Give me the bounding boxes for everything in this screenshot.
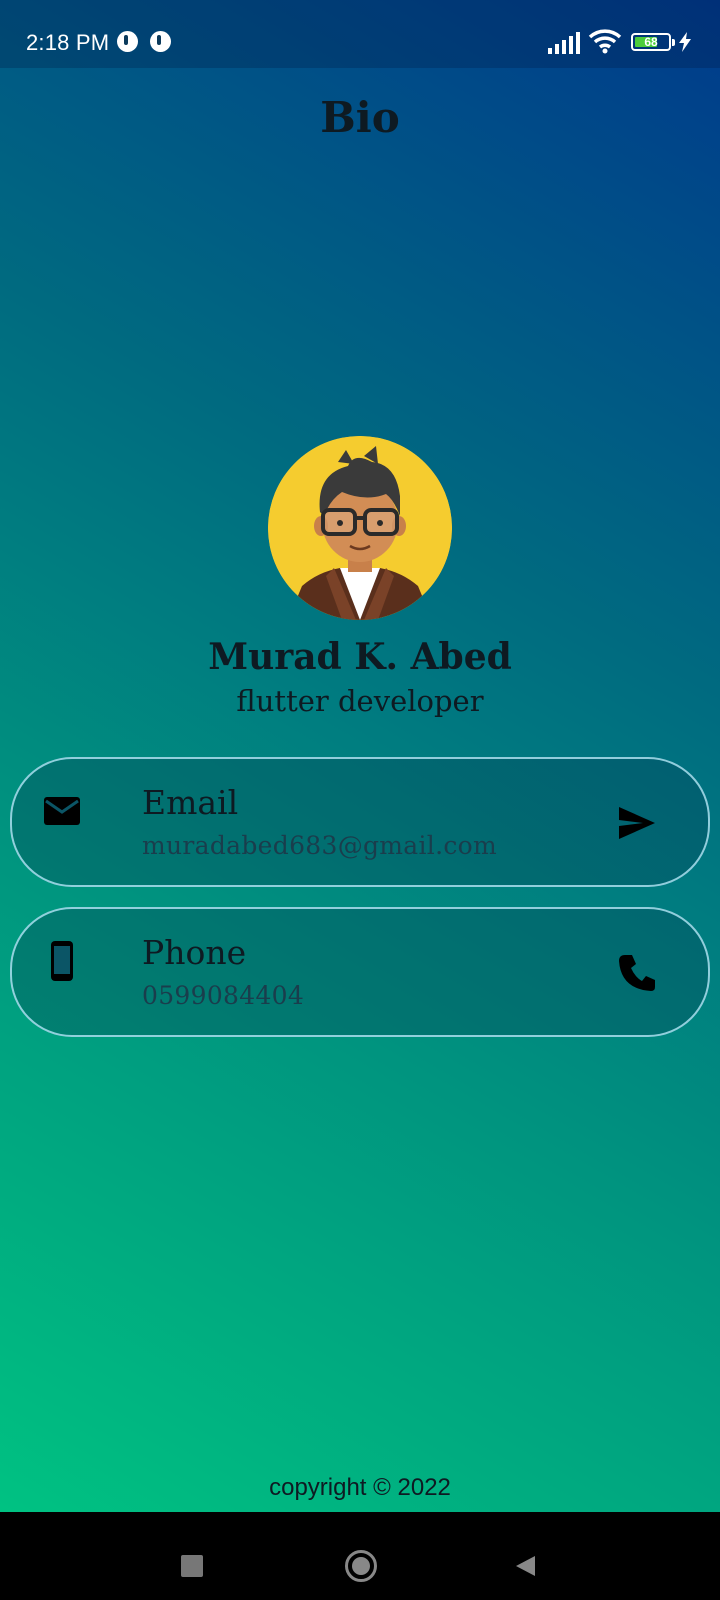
notification-app-icon (150, 31, 171, 52)
battery-tip (672, 39, 675, 46)
battery-icon: 68 (631, 33, 675, 51)
status-time: 2:18 PM (26, 30, 110, 55)
notification-app-icon (117, 31, 138, 52)
profile-name: Murad K. Abed (208, 636, 512, 678)
signal-icon (548, 32, 580, 54)
send-icon[interactable] (617, 803, 657, 843)
page-title: Bio (320, 93, 400, 142)
email-value: muradabed683@gmail.com (142, 831, 498, 860)
battery-level-text: 68 (644, 35, 658, 49)
back-button[interactable] (513, 1554, 537, 1578)
mail-icon (44, 797, 80, 825)
cartoon-avatar-icon (268, 436, 452, 620)
wifi-icon (588, 29, 622, 54)
phone-title: Phone (142, 933, 247, 972)
email-title: Email (142, 783, 239, 822)
recents-button[interactable] (181, 1555, 203, 1577)
navigation-bar (0, 1512, 720, 1600)
charging-icon (679, 32, 691, 52)
phone-call-icon[interactable] (617, 953, 657, 993)
email-card[interactable]: Email muradabed683@gmail.com (10, 757, 710, 887)
copyright-text: copyright © 2022 (269, 1474, 451, 1501)
status-bar: 2:18 PM 68 (0, 0, 720, 68)
smartphone-icon (51, 941, 73, 981)
phone-value: 0599084404 (142, 981, 305, 1010)
home-button[interactable] (344, 1549, 378, 1583)
profile-role: flutter developer (236, 684, 484, 718)
phone-card[interactable]: Phone 0599084404 (10, 907, 710, 1037)
